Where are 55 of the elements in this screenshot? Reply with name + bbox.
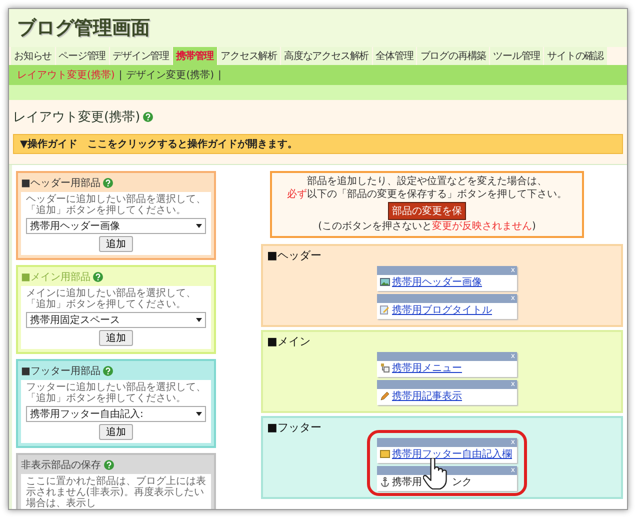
notice-text: 必ず以下の「部品の変更を保存する」ボタンを押して下さい。 xyxy=(287,189,567,201)
image-icon xyxy=(380,277,390,287)
pen-icon xyxy=(380,305,390,315)
panel-title: ■フッター用部品 xyxy=(21,364,100,378)
part-select[interactable]: 携帯用ヘッダー画像 xyxy=(26,218,206,234)
add-button[interactable]: 追加 xyxy=(99,424,133,440)
help-icon[interactable] xyxy=(103,178,114,188)
nav-tab[interactable]: サイトの確認 xyxy=(544,47,606,65)
help-icon[interactable] xyxy=(103,366,114,376)
panel-description: フッターに追加したい部品を選択して、「追加」ボタンを押してください。 xyxy=(26,382,206,404)
note-icon xyxy=(380,449,390,459)
help-icon[interactable] xyxy=(93,272,104,282)
guide-bar[interactable]: ▼操作ガイド ここをクリックすると操作ガイドが開きます。 xyxy=(13,134,623,154)
widget-link[interactable]: 携帯用メニュー xyxy=(392,363,462,374)
save-changes-button[interactable]: 部品の変更を保 xyxy=(388,202,466,220)
notice-text: (このボタンを押さないと変更が反映されません) xyxy=(318,221,536,233)
panel-title: ■メイン用部品 xyxy=(21,270,90,284)
nav-tab[interactable]: 高度なアクセス解析 xyxy=(281,47,372,65)
menu-icon xyxy=(380,363,390,373)
widget-link[interactable]: 携帯用ヘッダー画像 xyxy=(392,277,482,288)
section-heading: ■フッター xyxy=(267,420,322,435)
page-title: ブログ管理画面 xyxy=(17,16,150,41)
notice-text: 部品を追加したり、設定や位置などを変えた場合は、 xyxy=(307,176,547,188)
panel-description: ヘッダーに追加したい部品を選択して、「追加」ボタンを押してください。 xyxy=(26,194,206,216)
add-button[interactable]: 追加 xyxy=(99,236,133,252)
widget-link[interactable]: 携帯用ブログタイトル xyxy=(392,305,492,316)
guide-text: ここをクリックすると操作ガイドが開きます。 xyxy=(88,138,298,151)
anchor-icon xyxy=(380,477,390,487)
nav-tab[interactable]: アクセス解析 xyxy=(218,47,280,65)
widget-label: 携帯用 ンク xyxy=(392,477,472,488)
help-icon[interactable] xyxy=(104,460,114,470)
part-select[interactable]: 携帯用フッター自由記入: xyxy=(26,406,206,422)
page-heading: レイアウト変更(携帯) xyxy=(13,109,140,126)
widget-link[interactable]: 携帯用記事表示 xyxy=(392,391,462,402)
nav-tab[interactable]: ブログの再構築 xyxy=(417,47,490,65)
nav-tab[interactable]: ツール管理 xyxy=(490,47,544,65)
nav-tab[interactable]: 全体管理 xyxy=(372,47,416,65)
panel-description: ここに置かれた部品は、ブログ上には表示されません(非表示)。再度表示したい場合は、表示し xyxy=(26,476,206,509)
nav-tab[interactable]: デザイン管理 xyxy=(110,47,172,65)
panel-description: メインに追加したい部品を選択して、「追加」ボタンを押してください。 xyxy=(26,288,197,310)
separator: | xyxy=(218,70,222,80)
part-select[interactable]: 携帯用固定スペース xyxy=(26,312,206,328)
pencil-icon xyxy=(380,391,390,401)
section-heading: ■ヘッダー xyxy=(267,248,322,263)
help-icon[interactable] xyxy=(143,112,154,122)
section-heading: ■メイン xyxy=(267,334,310,349)
widget-link[interactable]: 携帯用フッター自由記入欄 xyxy=(392,449,512,460)
panel-title: 非表示部品の保存 xyxy=(21,458,101,472)
guide-label: ▼操作ガイド xyxy=(20,138,78,151)
separator: | xyxy=(118,70,122,80)
subnav-link[interactable]: デザイン変更(携帯) xyxy=(126,68,214,82)
nav-tab[interactable]: ページ管理 xyxy=(56,47,109,65)
add-button[interactable]: 追加 xyxy=(99,330,133,346)
panel-title: ■ヘッダー用部品 xyxy=(21,176,100,190)
nav-tab[interactable]: お知らせ xyxy=(11,47,55,65)
